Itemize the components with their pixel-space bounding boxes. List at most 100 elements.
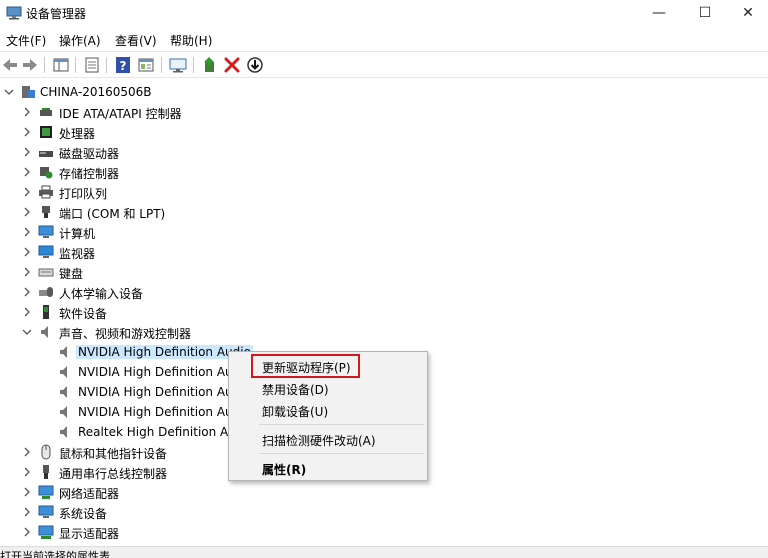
tree-root[interactable]: CHINA-20160506B: [0, 82, 768, 102]
category-label: 打印队列: [59, 187, 108, 201]
hid-icon: [39, 287, 53, 297]
chevron-down-icon[interactable]: [4, 86, 14, 98]
menu-action[interactable]: 操作(A): [59, 32, 101, 49]
menu-help[interactable]: 帮助(H): [170, 32, 212, 49]
menu-file[interactable]: 文件(F): [6, 32, 46, 49]
tree-category-keyboard[interactable]: 键盘: [0, 262, 768, 282]
computer-monitor-icon: [38, 225, 54, 238]
chevron-right-icon[interactable]: [22, 146, 32, 158]
processor-icon: [40, 126, 52, 138]
printer-icon: [39, 185, 53, 199]
status-bar: 打开当前选择的属性表: [0, 546, 768, 558]
category-label: 软件设备: [59, 307, 108, 321]
chevron-right-icon[interactable]: [22, 486, 32, 498]
chevron-right-icon[interactable]: [22, 266, 32, 278]
category-label: 声音、视频和游戏控制器: [59, 327, 192, 341]
back-icon[interactable]: [0, 55, 20, 75]
view-icon[interactable]: [136, 55, 156, 75]
update-driver-icon[interactable]: [200, 55, 220, 75]
svg-text:?: ?: [120, 59, 127, 73]
tree-category-network[interactable]: 网络适配器: [0, 482, 768, 502]
category-label: 磁盘驱动器: [59, 147, 120, 161]
tree-category-print-queue[interactable]: 打印队列: [0, 182, 768, 202]
chevron-right-icon[interactable]: [22, 446, 32, 458]
device-label: NVIDIA High Definition Au: [78, 405, 233, 419]
category-label: 人体学输入设备: [59, 287, 144, 301]
chevron-right-icon[interactable]: [22, 506, 32, 518]
device-label: Realtek High Definition Au: [78, 425, 236, 439]
menu-separator: [259, 424, 424, 425]
close-button[interactable]: ✕: [728, 0, 768, 28]
properties-icon[interactable]: [82, 55, 102, 75]
help-icon[interactable]: ?: [113, 55, 133, 75]
keyboard-icon: [38, 268, 54, 277]
speaker-icon: [60, 366, 67, 378]
toolbar-separator: [161, 57, 162, 73]
category-label: 网络适配器: [59, 487, 120, 501]
speaker-icon: [41, 326, 48, 338]
tree-category-monitor[interactable]: 监视器: [0, 242, 768, 262]
display-icon[interactable]: [168, 55, 188, 75]
update-driver-menu-item[interactable]: 更新驱动程序(P): [262, 359, 351, 376]
tree-category-display[interactable]: 显示适配器: [0, 522, 768, 542]
system-device-icon: [38, 505, 54, 518]
category-label: 端口 (COM 和 LPT): [59, 207, 166, 221]
tree-category-computer[interactable]: 计算机: [0, 222, 768, 242]
software-device-icon: [43, 305, 49, 319]
tree-category-storage[interactable]: 存储控制器: [0, 162, 768, 182]
disable-device-menu-item[interactable]: 禁用设备(D): [262, 381, 329, 398]
chevron-right-icon[interactable]: [22, 286, 32, 298]
chevron-right-icon[interactable]: [22, 466, 32, 478]
mouse-icon: [41, 444, 51, 460]
chevron-right-icon[interactable]: [22, 166, 32, 178]
tree-category-disk[interactable]: 磁盘驱动器: [0, 142, 768, 162]
tree-category-hid[interactable]: 人体学输入设备: [0, 282, 768, 302]
status-text: 打开当前选择的属性表: [0, 550, 110, 558]
speaker-icon: [60, 406, 67, 418]
device-manager-icon: [6, 6, 22, 20]
properties-menu-item[interactable]: 属性(R): [262, 461, 306, 478]
category-label: 系统设备: [59, 507, 108, 521]
menu-view[interactable]: 查看(V): [115, 32, 157, 49]
chevron-right-icon[interactable]: [22, 306, 32, 318]
tree-category-processor[interactable]: 处理器: [0, 122, 768, 142]
category-label: 存储控制器: [59, 167, 120, 181]
speaker-icon: [60, 386, 67, 398]
network-adapter-icon: [38, 485, 54, 499]
maximize-button[interactable]: ☐: [682, 0, 728, 28]
chevron-right-icon[interactable]: [22, 106, 32, 118]
toolbar-separator: [106, 57, 107, 73]
tree-category-ports[interactable]: 端口 (COM 和 LPT): [0, 202, 768, 222]
tree-category-ide[interactable]: IDE ATA/ATAPI 控制器: [0, 102, 768, 122]
tree-category-system[interactable]: 系统设备: [0, 502, 768, 522]
chevron-right-icon[interactable]: [22, 126, 32, 138]
category-label: 计算机: [59, 227, 96, 241]
disk-drive-icon: [39, 151, 53, 157]
menu-separator: [259, 453, 424, 454]
scan-hardware-menu-item[interactable]: 扫描检测硬件改动(A): [262, 432, 376, 449]
speaker-icon: [60, 426, 67, 438]
download-icon[interactable]: [245, 55, 265, 75]
chevron-right-icon[interactable]: [22, 186, 32, 198]
window-title: 设备管理器: [26, 7, 87, 21]
display-adapter-icon: [38, 525, 54, 539]
chevron-down-icon[interactable]: [22, 326, 32, 338]
storage-controller-icon: [40, 167, 53, 179]
tree-category-software[interactable]: 软件设备: [0, 302, 768, 322]
toolbar-separator: [75, 57, 76, 73]
category-label: 通用串行总线控制器: [59, 467, 168, 481]
chevron-right-icon[interactable]: [22, 226, 32, 238]
forward-icon[interactable]: [20, 55, 40, 75]
title-bar: 设备管理器 — ☐ ✕: [0, 0, 768, 28]
chevron-right-icon[interactable]: [22, 246, 32, 258]
show-hide-console-tree-icon[interactable]: [51, 55, 71, 75]
uninstall-device-menu-item[interactable]: 卸载设备(U): [262, 403, 328, 420]
uninstall-icon[interactable]: [222, 55, 242, 75]
tree-category-sound[interactable]: 声音、视频和游戏控制器: [0, 322, 768, 342]
usb-icon: [43, 465, 49, 479]
chevron-right-icon[interactable]: [22, 206, 32, 218]
device-label: NVIDIA High Definition Au: [78, 365, 233, 379]
minimize-button[interactable]: —: [636, 0, 682, 28]
toolbar: ?: [0, 51, 768, 78]
chevron-right-icon[interactable]: [22, 526, 32, 538]
